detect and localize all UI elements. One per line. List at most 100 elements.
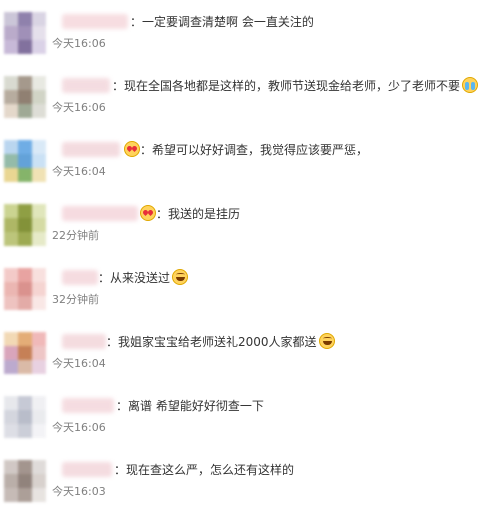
comment-text: ：我送的是挂历: [138, 205, 240, 223]
comment-time: 今天16:04: [52, 357, 106, 370]
username-redacted[interactable]: [62, 334, 106, 349]
avatar-mosaic-tile: [32, 282, 46, 296]
comment-time: 今天16:06: [52, 101, 106, 114]
crying-emoji-icon: [462, 77, 479, 93]
avatar-mosaic-tile: [18, 26, 32, 40]
comment-content: ：从来没送过: [98, 271, 171, 285]
avatar-mosaic-tile: [18, 282, 32, 296]
avatar-mosaic-tile: [4, 488, 18, 502]
comment-time: 今天16:06: [52, 37, 106, 50]
avatar[interactable]: [4, 76, 46, 118]
avatar-mosaic-tile: [32, 268, 46, 282]
avatar-mosaic-tile: [32, 12, 46, 26]
avatar[interactable]: [4, 268, 46, 310]
laughing-emoji-icon: [318, 333, 335, 349]
avatar-mosaic-tile: [32, 424, 46, 438]
comment-list: ：一定要调查清楚啊 会一直关注的 今天16:06 ：现在全国各地都是这样的，教师…: [0, 0, 497, 509]
comment-time: 32分钟前: [52, 293, 99, 306]
username-redacted[interactable]: [62, 206, 138, 221]
avatar-mosaic-tile: [32, 76, 46, 90]
comment-item: ：现在查这么严，怎么还有这样的 今天16:03: [0, 448, 497, 512]
avatar-mosaic-tile: [4, 332, 18, 346]
username-redacted[interactable]: [62, 78, 110, 93]
avatar[interactable]: [4, 204, 46, 246]
comment-time: 今天16:03: [52, 485, 106, 498]
avatar-mosaic-tile: [32, 296, 46, 310]
avatar-mosaic-tile: [18, 410, 32, 424]
avatar-mosaic-tile: [18, 154, 32, 168]
heart-eyes-emoji-icon: [140, 205, 156, 221]
avatar[interactable]: [4, 332, 46, 374]
comment-item: ：从来没送过 32分钟前: [0, 256, 497, 320]
avatar-mosaic-tile: [18, 296, 32, 310]
comment-content: ：现在查这么严，怎么还有这样的: [114, 463, 295, 477]
comment-time: 22分钟前: [52, 229, 99, 242]
avatar-mosaic-tile: [18, 396, 32, 410]
avatar-mosaic-tile: [18, 232, 32, 246]
avatar[interactable]: [4, 140, 46, 182]
comment-content: ：现在全国各地都是这样的，教师节送现金给老师，少了老师不要: [112, 79, 461, 93]
avatar-mosaic-tile: [32, 360, 46, 374]
avatar-mosaic-tile: [4, 104, 18, 118]
avatar-mosaic-tile: [32, 90, 46, 104]
comment-text: ：一定要调查清楚啊 会一直关注的: [130, 13, 314, 31]
avatar-mosaic-tile: [18, 346, 32, 360]
avatar-mosaic-tile: [18, 360, 32, 374]
avatar-mosaic-tile: [4, 218, 18, 232]
avatar-mosaic-tile: [32, 474, 46, 488]
avatar-mosaic-tile: [4, 282, 18, 296]
comment-item: ：希望可以好好调查，我觉得应该要严惩， 今天16:04: [0, 128, 497, 192]
avatar-mosaic-tile: [4, 474, 18, 488]
avatar-mosaic-tile: [18, 12, 32, 26]
comment-content: ：我送的是挂历: [156, 207, 241, 221]
avatar-mosaic-tile: [18, 474, 32, 488]
avatar-mosaic-tile: [32, 396, 46, 410]
avatar-mosaic-tile: [4, 346, 18, 360]
avatar-mosaic-tile: [18, 218, 32, 232]
laughing-emoji-icon: [172, 269, 189, 285]
username-redacted[interactable]: [62, 398, 114, 413]
avatar[interactable]: [4, 12, 46, 54]
avatar-mosaic-tile: [32, 26, 46, 40]
avatar-mosaic-tile: [32, 168, 46, 182]
avatar-mosaic-tile: [18, 140, 32, 154]
avatar-mosaic-tile: [32, 204, 46, 218]
avatar-mosaic-tile: [4, 424, 18, 438]
username-redacted[interactable]: [62, 142, 120, 157]
avatar-mosaic-tile: [32, 154, 46, 168]
avatar-mosaic-tile: [4, 410, 18, 424]
avatar-mosaic-tile: [18, 332, 32, 346]
avatar-mosaic-tile: [32, 218, 46, 232]
username-redacted[interactable]: [62, 462, 112, 477]
username-redacted[interactable]: [62, 270, 98, 285]
avatar-mosaic-tile: [4, 396, 18, 410]
avatar-mosaic-tile: [4, 40, 18, 54]
avatar-mosaic-tile: [32, 40, 46, 54]
avatar-mosaic-tile: [18, 424, 32, 438]
avatar-mosaic-tile: [18, 40, 32, 54]
comment-item: ：现在全国各地都是这样的，教师节送现金给老师，少了老师不要 今天16:06: [0, 64, 497, 128]
avatar[interactable]: [4, 396, 46, 438]
comment-item: ：一定要调查清楚啊 会一直关注的 今天16:06: [0, 0, 497, 64]
comment-time: 今天16:06: [52, 421, 106, 434]
avatar-mosaic-tile: [32, 460, 46, 474]
avatar-mosaic-tile: [18, 204, 32, 218]
avatar-mosaic-tile: [18, 104, 32, 118]
avatar-mosaic-tile: [4, 140, 18, 154]
avatar-mosaic-tile: [4, 154, 18, 168]
avatar-mosaic-tile: [4, 26, 18, 40]
comment-item: ：我送的是挂历 22分钟前: [0, 192, 497, 256]
comment-text: ：希望可以好好调查，我觉得应该要严惩，: [122, 141, 368, 159]
avatar-mosaic-tile: [32, 346, 46, 360]
username-redacted[interactable]: [62, 14, 128, 29]
avatar-mosaic-tile: [4, 204, 18, 218]
avatar-mosaic-tile: [32, 488, 46, 502]
avatar-mosaic-tile: [18, 488, 32, 502]
avatar-mosaic-tile: [32, 410, 46, 424]
avatar-mosaic-tile: [18, 76, 32, 90]
comment-item: ：离谱 希望能好好彻查一下 今天16:06: [0, 384, 497, 448]
avatar-mosaic-tile: [4, 360, 18, 374]
avatar-mosaic-tile: [18, 460, 32, 474]
heart-eyes-emoji-icon: [124, 141, 140, 157]
avatar[interactable]: [4, 460, 46, 502]
